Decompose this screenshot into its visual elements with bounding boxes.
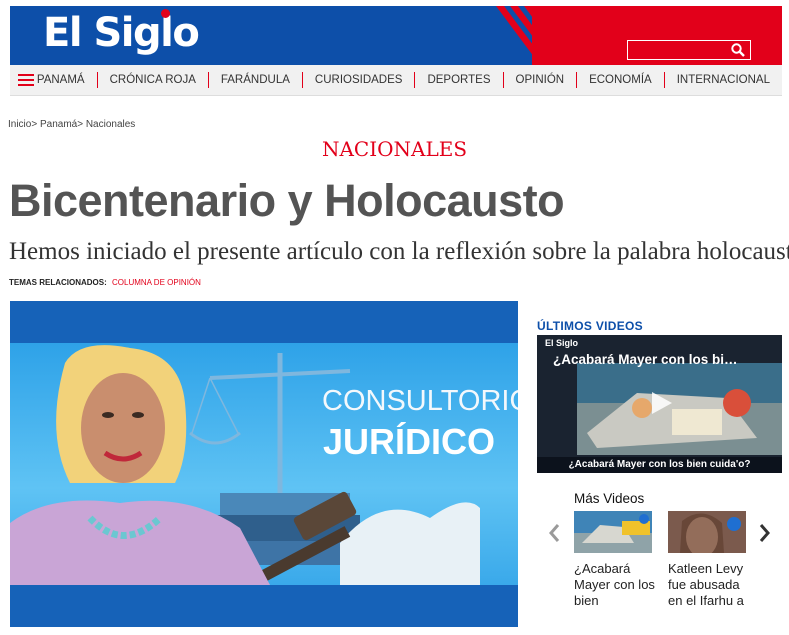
more-video-thumbnail-1[interactable] (574, 511, 652, 553)
article-title: Bicentenario y Holocausto (9, 175, 565, 226)
nav-item-opinion[interactable]: OPINIÓN (502, 72, 577, 88)
header-stripes (496, 6, 556, 65)
breadcrumb[interactable]: Inicio> Panamá> Nacionales (8, 119, 135, 130)
video-player[interactable]: El Siglo ¿Acabará Mayer con los bi… ¿Aca… (537, 335, 782, 473)
related-topics-label: TEMAS RELACIONADOS: (9, 278, 107, 287)
related-topic-link[interactable]: COLUMNA DE OPINIÓN (112, 278, 201, 287)
site-header: El Siglo (10, 6, 782, 65)
more-video-title-1[interactable]: ¿Acabará Mayer con los bien (574, 561, 664, 609)
nav-item-internacional[interactable]: INTERNACIONAL (663, 72, 782, 88)
video-channel-logo: El Siglo (545, 338, 579, 348)
chevron-left-icon[interactable] (547, 522, 561, 544)
logo-dot (161, 9, 170, 18)
nav-item-cronica-roja[interactable]: CRÓNICA ROJA (96, 72, 208, 88)
site-logo[interactable]: El Siglo (43, 10, 200, 56)
search-icon[interactable] (730, 42, 746, 58)
nav-item-farandula[interactable]: FARÁNDULA (207, 72, 302, 88)
nav-item-economia[interactable]: ECONOMÍA (576, 72, 664, 88)
article-subtitle: Hemos iniciado el presente artículo con … (9, 238, 789, 265)
more-videos-label: Más Videos (574, 491, 645, 506)
nav-item-panama[interactable]: PANAMÁ (37, 72, 97, 88)
chevron-right-icon[interactable] (758, 522, 772, 544)
more-video-title-2[interactable]: Katleen Levy fue abusada en el Ifarhu a (668, 561, 748, 609)
main-nav: PANAMÁ CRÓNICA ROJA FARÁNDULA CURIOSIDAD… (10, 65, 782, 96)
related-topics: TEMAS RELACIONADOS: COLUMNA DE OPINIÓN (9, 278, 201, 287)
columnist-photo (10, 345, 270, 585)
hero-banner: CONSULTORIO JURÍDICO (10, 343, 518, 585)
nav-item-deportes[interactable]: DEPORTES (414, 72, 502, 88)
latest-videos-title: ÚLTIMOS VIDEOS (537, 319, 643, 333)
nav-item-curiosidades[interactable]: CURIOSIDADES (301, 72, 415, 88)
hero-title-line1: CONSULTORIO (322, 385, 518, 417)
hamburger-icon[interactable] (18, 73, 34, 87)
video-caption: ¿Acabará Mayer con los bien cuida'o? (537, 457, 782, 473)
play-icon[interactable] (649, 391, 673, 415)
search-input[interactable] (627, 40, 751, 60)
hero-image: CONSULTORIO JURÍDICO (10, 301, 518, 627)
hero-title-line2: JURÍDICO (323, 421, 496, 462)
more-video-thumbnail-2[interactable] (668, 511, 746, 553)
video-thumbnail (577, 363, 782, 455)
section-label[interactable]: NACIONALES (0, 137, 789, 161)
video-title[interactable]: ¿Acabará Mayer con los bi… (553, 352, 738, 367)
